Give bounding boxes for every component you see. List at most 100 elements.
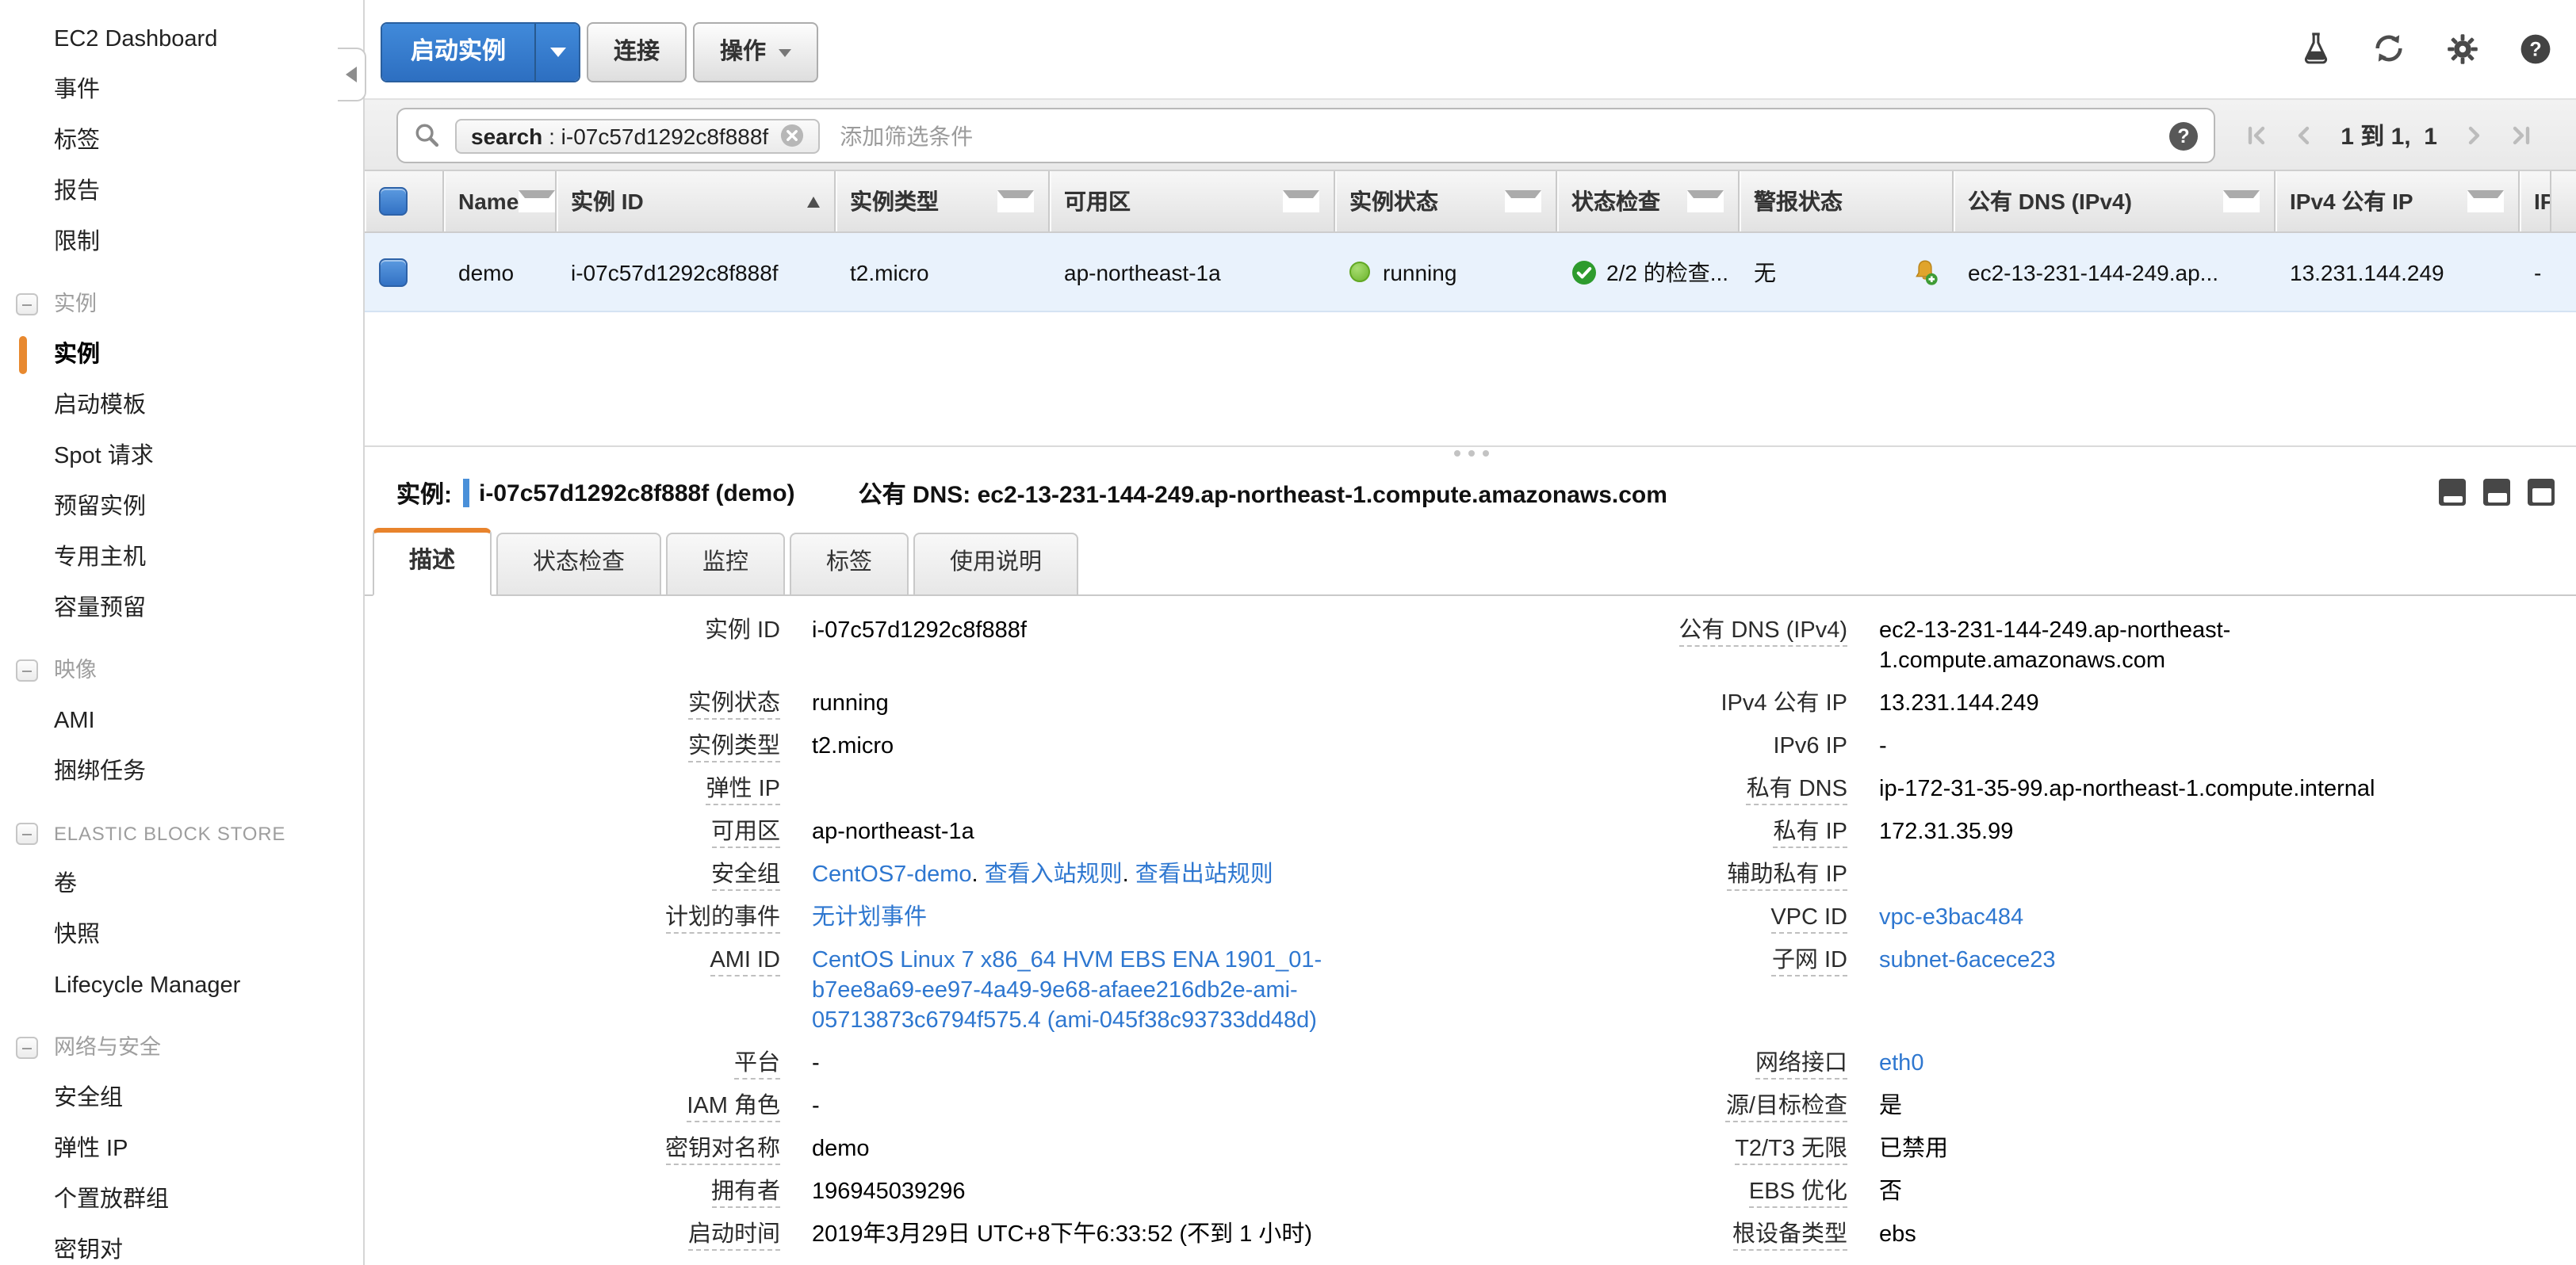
filter-bar: search : i-07c57d1292c8f888f 添加筛选条件 ? 1 … <box>365 98 2576 171</box>
detail-text: . <box>972 862 985 888</box>
launch-instance-dropdown[interactable] <box>534 24 579 81</box>
detail-label: AMI ID <box>389 940 780 1043</box>
column-header-实例类型[interactable]: 实例类型 <box>836 171 1050 231</box>
sidebar-item-8[interactable]: Spot 请求 <box>0 431 363 482</box>
running-state-icon <box>1349 262 1370 282</box>
search-help-icon[interactable]: ? <box>2169 121 2198 150</box>
collapse-minus-icon[interactable] <box>16 1037 38 1059</box>
sidebar-item-0[interactable]: EC2 Dashboard <box>0 14 363 65</box>
sidebar-item-17[interactable]: 快照 <box>0 910 363 961</box>
actions-button[interactable]: 操作 <box>693 22 818 82</box>
prev-page-button[interactable] <box>2293 124 2314 145</box>
table-row[interactable]: demoi-07c57d1292c8f888ft2.microap-northe… <box>365 233 2576 312</box>
sidebar-label: 快照 <box>54 923 100 948</box>
detail-link[interactable]: eth0 <box>1879 1051 1923 1076</box>
column-header-状态检查[interactable]: 状态检查 <box>1557 171 1740 231</box>
sidebar-item-21[interactable]: 弹性 IP <box>0 1124 363 1175</box>
actions-label: 操作 <box>720 24 766 81</box>
launch-instance-button[interactable]: 启动实例 <box>381 22 580 82</box>
chevron-down-icon <box>779 48 791 56</box>
detail-link[interactable]: CentOS7-demo <box>812 862 972 888</box>
detail-link[interactable]: 查看出站规则 <box>1135 862 1273 888</box>
detail-link[interactable]: 查看入站规则 <box>985 862 1123 888</box>
sidebar-label: 实例 <box>54 292 97 315</box>
detail-row-0: 实例 IDi-07c57d1292c8f888f公有 DNS (IPv4)ec2… <box>389 610 2466 683</box>
cell-availability-zone: ap-northeast-1a <box>1050 233 1335 311</box>
column-header-实例状态[interactable]: 实例状态 <box>1335 171 1557 231</box>
column-header-IPv4 公有 IP[interactable]: IPv4 公有 IP <box>2276 171 2520 231</box>
last-page-button[interactable] <box>2512 124 2532 145</box>
sidebar-item-4[interactable]: 限制 <box>0 217 363 268</box>
column-label: 警报状态 <box>1754 185 1843 217</box>
next-page-button[interactable] <box>2464 124 2485 145</box>
detail-text: running <box>812 691 889 717</box>
sidebar-item-6[interactable]: 实例 <box>0 330 363 380</box>
flask-icon[interactable] <box>2301 32 2331 65</box>
pane-medium-button[interactable] <box>2483 479 2510 506</box>
tab-0[interactable]: 描述 <box>373 528 492 596</box>
row-checkbox[interactable] <box>379 258 408 286</box>
detail-label: 根设备类型 <box>1359 1214 1847 1257</box>
detail-label: 平台 <box>389 1043 780 1086</box>
detail-link[interactable]: vpc-e3bac484 <box>1879 905 2023 931</box>
tab-1[interactable]: 状态检查 <box>496 533 661 594</box>
pane-small-button[interactable] <box>2439 479 2466 506</box>
detail-row-10: 密钥对名称demoT2/T3 无限已禁用 <box>389 1129 2466 1171</box>
detail-value: ebs <box>1847 1214 2466 1257</box>
connect-button[interactable]: 连接 <box>587 22 687 82</box>
help-icon[interactable]: ? <box>2520 32 2551 64</box>
tab-3[interactable]: 标签 <box>790 533 909 594</box>
sidebar-label: 卷 <box>54 872 77 897</box>
tab-2[interactable]: 监控 <box>666 533 785 594</box>
detail-link[interactable]: 无计划事件 <box>812 905 927 931</box>
column-header-实例 ID[interactable]: 实例 ID <box>557 171 836 231</box>
search-input[interactable]: search : i-07c57d1292c8f888f 添加筛选条件 ? <box>396 108 2215 163</box>
collapse-minus-icon[interactable] <box>16 293 38 315</box>
refresh-icon[interactable] <box>2372 32 2406 65</box>
sidebar-collapse-button[interactable] <box>338 48 366 101</box>
detail-text: i-07c57d1292c8f888f <box>812 618 1027 644</box>
collapse-minus-icon[interactable] <box>16 823 38 845</box>
detail-link[interactable]: subnet-6acece23 <box>1879 948 2056 973</box>
sidebar-item-9[interactable]: 预留实例 <box>0 482 363 533</box>
tab-4[interactable]: 使用说明 <box>913 533 1078 594</box>
remove-filter-icon[interactable] <box>779 124 803 147</box>
pane-large-button[interactable] <box>2528 479 2555 506</box>
sidebar-item-3[interactable]: 报告 <box>0 166 363 217</box>
detail-link[interactable]: CentOS Linux 7 x86_64 HVM EBS ENA 1901_0… <box>812 948 1322 1034</box>
sidebar-item-2[interactable]: 标签 <box>0 116 363 166</box>
collapse-minus-icon[interactable] <box>16 659 38 682</box>
cell-text: t2.micro <box>850 259 929 285</box>
column-header-checkbox[interactable] <box>365 171 444 231</box>
sidebar-item-14[interactable]: 捆绑任务 <box>0 747 363 797</box>
column-header-公有 DNS (IPv4)[interactable]: 公有 DNS (IPv4) <box>1954 171 2276 231</box>
column-header-Name[interactable]: Name <box>444 171 557 231</box>
sidebar-item-1[interactable]: 事件 <box>0 65 363 116</box>
filter-tag[interactable]: search : i-07c57d1292c8f888f <box>455 118 819 153</box>
column-header-IPv6 IP[interactable]: IPv6 IP <box>2520 171 2551 231</box>
detail-row-8: 平台-网络接口eth0 <box>389 1043 2466 1086</box>
select-all-checkbox[interactable] <box>379 187 408 216</box>
create-alarm-bell-icon[interactable] <box>1911 258 1939 286</box>
settings-gear-icon[interactable] <box>2447 32 2478 64</box>
sidebar-item-11[interactable]: 容量预留 <box>0 583 363 634</box>
sort-icon <box>519 190 555 212</box>
sidebar-item-7[interactable]: 启动模板 <box>0 380 363 431</box>
detail-value <box>780 769 1359 812</box>
sidebar-item-16[interactable]: 卷 <box>0 859 363 910</box>
pane-splitter[interactable] <box>365 445 2576 458</box>
cell-instance-state: running <box>1335 233 1557 311</box>
detail-text: demo <box>812 1137 870 1162</box>
detail-text: 196945039296 <box>812 1179 966 1205</box>
first-page-button[interactable] <box>2245 124 2266 145</box>
sort-icon <box>1283 190 1319 212</box>
column-header-警报状态[interactable]: 警报状态 <box>1740 171 1954 231</box>
sidebar-item-13[interactable]: AMI <box>0 696 363 747</box>
sidebar-item-10[interactable]: 专用主机 <box>0 533 363 583</box>
sidebar-label: 弹性 IP <box>54 1137 128 1162</box>
sidebar-item-20[interactable]: 安全组 <box>0 1073 363 1124</box>
sidebar-item-18[interactable]: Lifecycle Manager <box>0 961 363 1011</box>
column-header-可用区[interactable]: 可用区 <box>1050 171 1335 231</box>
sidebar-item-22[interactable]: 个置放群组 <box>0 1175 363 1225</box>
sidebar-item-23[interactable]: 密钥对 <box>0 1225 363 1265</box>
